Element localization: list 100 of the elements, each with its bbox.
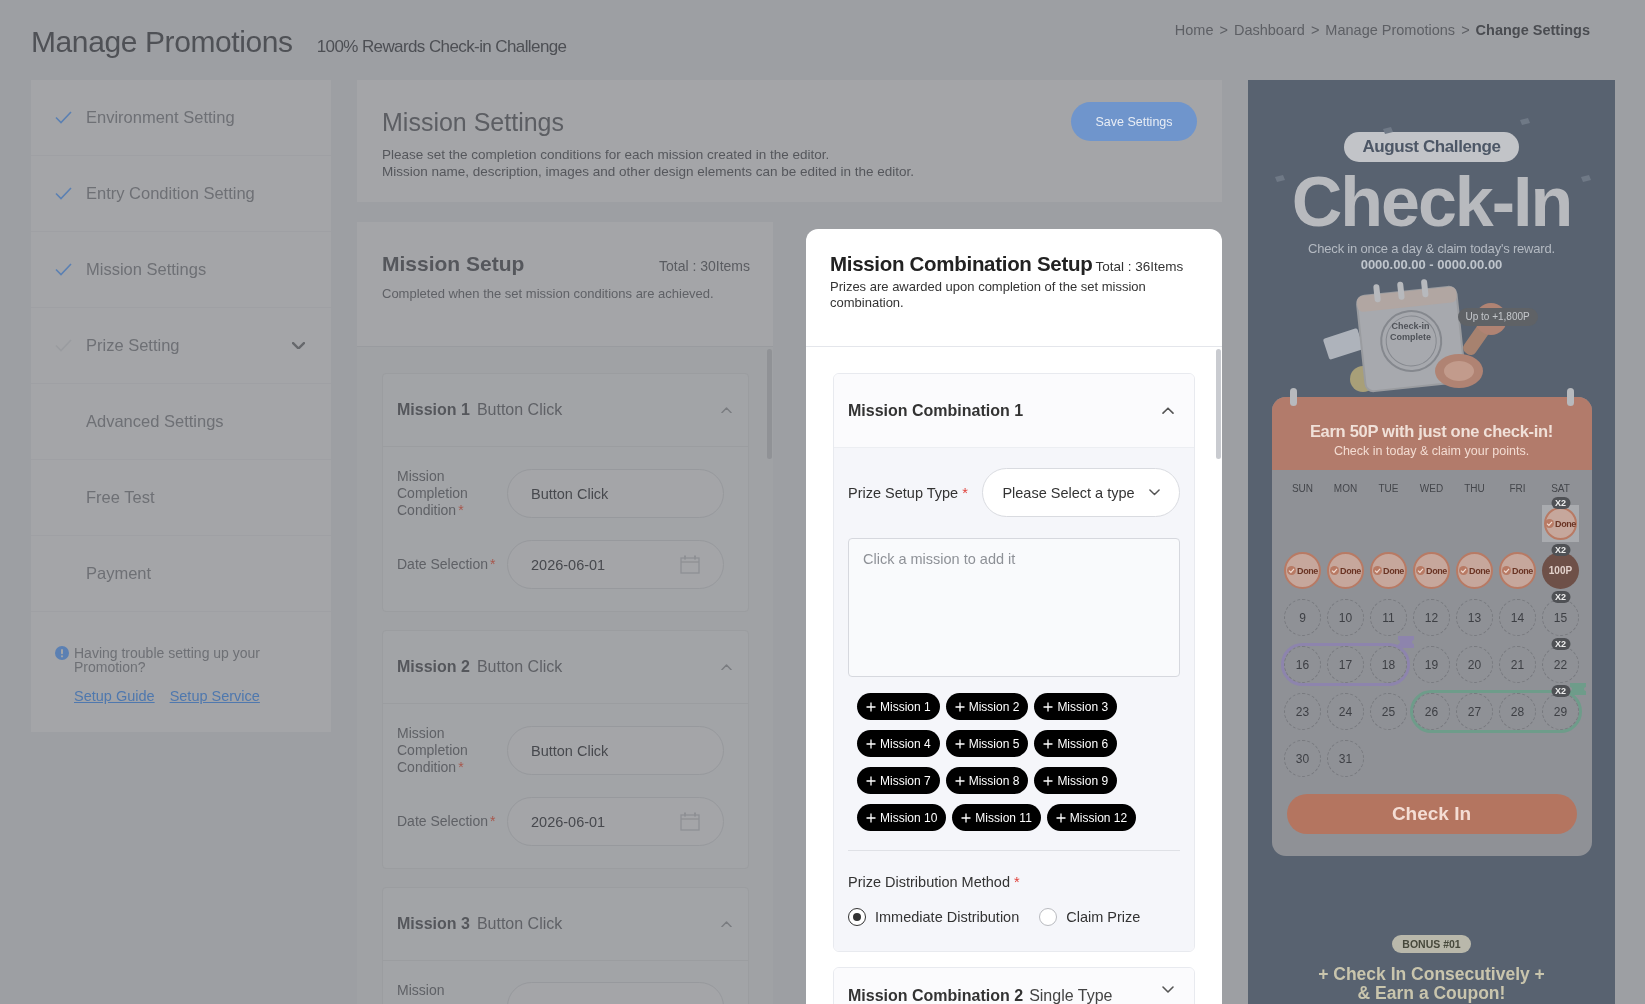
- check-icon: [1373, 566, 1383, 575]
- field-label: Mission Completion Condition*: [397, 725, 469, 776]
- card-title: Mission Setup: [382, 251, 525, 277]
- check-icon: [1287, 566, 1297, 575]
- preview-title: Check-In: [1291, 172, 1572, 232]
- panel-title: Mission Combination Setup: [830, 251, 1093, 277]
- breadcrumb-link[interactable]: Manage Promotions: [1325, 22, 1456, 38]
- check-icon: [1416, 566, 1426, 575]
- check-in-button[interactable]: Check In: [1286, 794, 1577, 834]
- date-field[interactable]: 2026-06-01: [507, 540, 724, 589]
- binder-ring-icon: [1566, 388, 1574, 406]
- plus-icon: [954, 775, 965, 786]
- add-mission-chip[interactable]: Mission 10: [857, 804, 947, 831]
- bonus-badge: BONUS #01: [1392, 935, 1471, 953]
- info-icon: [55, 646, 69, 660]
- plus-icon: [866, 812, 876, 823]
- date-field[interactable]: 2026-06-01: [507, 797, 724, 846]
- stamp-label: Done: [1340, 565, 1361, 576]
- add-mission-chip[interactable]: Mission 5: [945, 730, 1029, 757]
- card-description: Completed when the set mission conditions are achieved.: [382, 286, 715, 302]
- reward-tag: Up to +1,800P: [1457, 308, 1538, 326]
- mission-header[interactable]: Mission 3 Button Click: [383, 888, 748, 961]
- breadcrumb-separator: >: [1219, 22, 1228, 38]
- add-mission-chip[interactable]: Mission 4: [857, 730, 940, 757]
- weekday-label: TUE: [1377, 482, 1400, 496]
- stamp-text: Check-in Complete: [1389, 321, 1432, 343]
- plus-icon: [866, 738, 876, 749]
- panel-description: Prizes are awarded upon completion of the set mission combination.: [830, 279, 1147, 311]
- save-settings-button[interactable]: Save Settings: [1071, 102, 1197, 141]
- scrollbar-thumb[interactable]: [1216, 349, 1221, 459]
- field-label: Date Selection*: [397, 813, 497, 830]
- radio-option[interactable]: Immediate Distribution: [848, 907, 1020, 927]
- calendar-subline: Check in today & claim your points.: [1333, 443, 1530, 459]
- breadcrumb-separator: >: [1461, 22, 1470, 38]
- plus-icon: [1043, 701, 1054, 712]
- section-description: Mission name, description, images and other design elements can be edited in the editor.: [382, 163, 915, 180]
- add-mission-chip[interactable]: Mission 6: [1034, 730, 1118, 757]
- plus-icon: [866, 701, 876, 712]
- weekday-label: FRI: [1508, 482, 1527, 496]
- page-subtitle: 100% Rewards Check-in Challenge: [316, 37, 567, 57]
- field-label: Prize Setup Type *: [848, 483, 968, 502]
- chevron-up-icon[interactable]: [1162, 406, 1174, 415]
- combination-header[interactable]: Mission Combination 2 Single Type: [834, 968, 1194, 1004]
- weekday-label: SAT: [1550, 482, 1571, 496]
- preview-subtitle: Check in once a day & claim today's reward.: [1308, 241, 1555, 257]
- stamp-label: Done: [1512, 565, 1533, 576]
- bonus-subtitle: & Earn a Coupon!: [1357, 984, 1506, 1003]
- field-label: Mission: [397, 982, 446, 999]
- plus-icon: [954, 701, 965, 712]
- weekday-label: SUN: [1290, 482, 1315, 496]
- add-mission-chip[interactable]: Mission 3: [1034, 693, 1118, 720]
- stamp-label: Done: [1297, 565, 1318, 576]
- radio-option[interactable]: Claim Prize: [1039, 907, 1141, 927]
- add-mission-chip[interactable]: Mission 2: [945, 693, 1029, 720]
- breadcrumb-link[interactable]: Home: [1174, 22, 1214, 38]
- calendar-headline: Earn 50P with just one check-in!: [1309, 421, 1554, 441]
- stamp-label: Done: [1555, 518, 1576, 529]
- text-field[interactable]: Button Click: [507, 469, 724, 518]
- total-count: Total : 30Items: [658, 258, 750, 274]
- combination-header[interactable]: Mission Combination 1: [834, 374, 1194, 448]
- weekday-label: MON: [1332, 482, 1359, 496]
- field-label: Date Selection*: [397, 556, 497, 573]
- plus-icon: [1055, 812, 1066, 823]
- page-title: Manage Promotions: [31, 24, 293, 60]
- add-mission-chip[interactable]: Mission 7: [857, 767, 940, 794]
- check-icon: [1502, 566, 1512, 575]
- missions-field[interactable]: Click a mission to add it: [848, 538, 1180, 677]
- reward-stamp: 100P: [1542, 552, 1579, 589]
- section-description: Please set the completion conditions for each mission created in the editor.: [382, 146, 831, 163]
- multiplier-badge: X2: [1551, 497, 1570, 509]
- add-mission-chip[interactable]: Mission 9: [1034, 767, 1118, 794]
- mission-header[interactable]: Mission 1 Button Click: [383, 374, 748, 447]
- stamp-label: Done: [1426, 565, 1447, 576]
- text-field[interactable]: Button Click: [507, 726, 724, 775]
- check-icon: [1459, 566, 1469, 575]
- add-mission-chip[interactable]: Mission 11: [952, 804, 1041, 831]
- chevron-down-icon[interactable]: [1162, 986, 1174, 994]
- challenge-badge: August Challenge: [1344, 132, 1519, 162]
- plus-icon: [954, 738, 965, 749]
- add-mission-chip[interactable]: Mission 12: [1046, 804, 1137, 831]
- confetti-icon: [1383, 127, 1393, 134]
- prize-type-select[interactable]: Please Select a type: [982, 468, 1180, 517]
- multiplier-badge: X2: [1551, 685, 1570, 697]
- multiplier-badge: X2: [1551, 638, 1570, 650]
- mission-header[interactable]: Mission 2 Button Click: [383, 631, 748, 704]
- breadcrumb-link[interactable]: Dashboard: [1233, 22, 1305, 38]
- breadcrumb-separator: >: [1310, 22, 1320, 38]
- weekday-label: THU: [1463, 482, 1486, 496]
- breadcrumb-current: Change Settings: [1475, 22, 1590, 38]
- add-mission-chip[interactable]: Mission 1: [857, 693, 940, 720]
- chevron-down-icon: [1148, 489, 1160, 496]
- preview-period: 0000.00.00 - 0000.00.00: [1360, 257, 1503, 273]
- add-mission-chip[interactable]: Mission 8: [945, 767, 1029, 794]
- multiplier-badge: X2: [1551, 591, 1570, 603]
- plus-icon: [1043, 775, 1054, 786]
- plus-icon: [866, 775, 876, 786]
- total-count: Total : 36Items: [1095, 259, 1184, 274]
- binder-ring-icon: [1289, 388, 1297, 406]
- plus-icon: [961, 812, 972, 823]
- bonus-title: + Check In Consecutively +: [1318, 964, 1545, 984]
